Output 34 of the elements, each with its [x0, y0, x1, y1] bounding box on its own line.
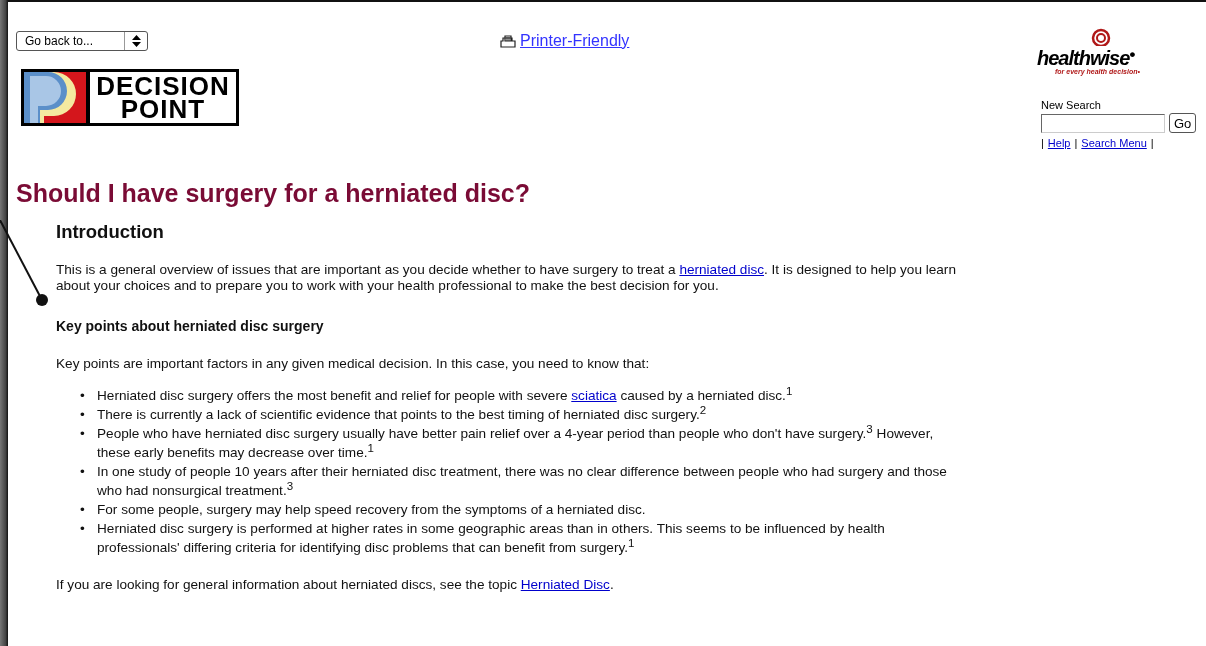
- bullet-marker: •: [80, 387, 86, 405]
- text-link[interactable]: herniated disc: [679, 262, 764, 277]
- bullet-item: Herniated disc surgery is performed at higher rates in some geographic areas than in others. This seems to be influenced by health professionals' differing criteria for identifying disc problems that can benefit from surgery.$^{1}$: [97, 520, 886, 557]
- section-heading: Introduction: [56, 224, 165, 240]
- bullet-item: There is currently a lack of scientific evidence that points to the best timing of herniated disc surgery.$^{2}$: [97, 405, 708, 424]
- printer-icon: [500, 34, 517, 48]
- bullet-marker: •: [80, 425, 86, 443]
- go-back-dropdown[interactable]: Go back to...: [16, 31, 148, 51]
- go-button[interactable]: Go: [1169, 113, 1197, 133]
- nav-link[interactable]: Help: [1047, 137, 1071, 149]
- bullet-item: For some people, surgery may help speed recovery from the symptoms of a herniated disc.: [97, 501, 647, 519]
- text-link[interactable]: sciatica: [571, 388, 617, 403]
- bullet-marker: •: [80, 520, 86, 538]
- bullet-marker: •: [80, 406, 86, 424]
- page-title: Should I have surgery for a herniated disc?: [16, 179, 531, 208]
- bullet-marker: •: [80, 463, 86, 481]
- link-separator: |: [1074, 137, 1078, 149]
- updown-arrows-icon: [131, 35, 141, 47]
- bullet-marker: •: [80, 501, 86, 519]
- search-label: New Search: [1041, 99, 1102, 111]
- subheading: Key points about herniated disc surgery: [56, 318, 325, 334]
- bullet-item: In one study of people 10 years after their herniated disc treatment, there was no clear difference between people who had surgery and those who had nonsurgical treatment.$^{3}$: [97, 463, 948, 500]
- bullet-item: Herniated disc surgery offers the most benefit and relief for people with severe sciatica caused by a herniated disc.$^{1}$: [97, 386, 794, 405]
- link-separator: |: [1150, 137, 1154, 149]
- footer-paragraph: If you are looking for general information about herniated discs, see the topic Herniated Disc.: [56, 577, 615, 593]
- text-link[interactable]: Herniated Disc: [520, 577, 610, 592]
- printer-friendly-link[interactable]: Printer-Friendly: [500, 32, 630, 50]
- nav-link[interactable]: Search Menu: [1081, 137, 1147, 149]
- search-field[interactable]: [1041, 113, 1165, 133]
- decision-point-logo: DECISION POINT: [21, 69, 239, 126]
- key-points-intro: Key points are important factors in any given medical decision. In this case, you need to know that:: [56, 356, 651, 372]
- bullet-item: People who have herniated disc surgery usually have better pain relief over a 4-year period than people who don't have surgery.$^{3}$ However, these early benefits may decrease over time.$^{1}$: [97, 424, 935, 462]
- intro-paragraph: This is a general overview of issues that are important as you decide whether to have surgery to treat a herniated disc. It is designed to help you learn about your choices and to prepare you to work with your health professional to make the best decision for you.: [56, 262, 956, 294]
- link-separator: |: [1041, 137, 1044, 149]
